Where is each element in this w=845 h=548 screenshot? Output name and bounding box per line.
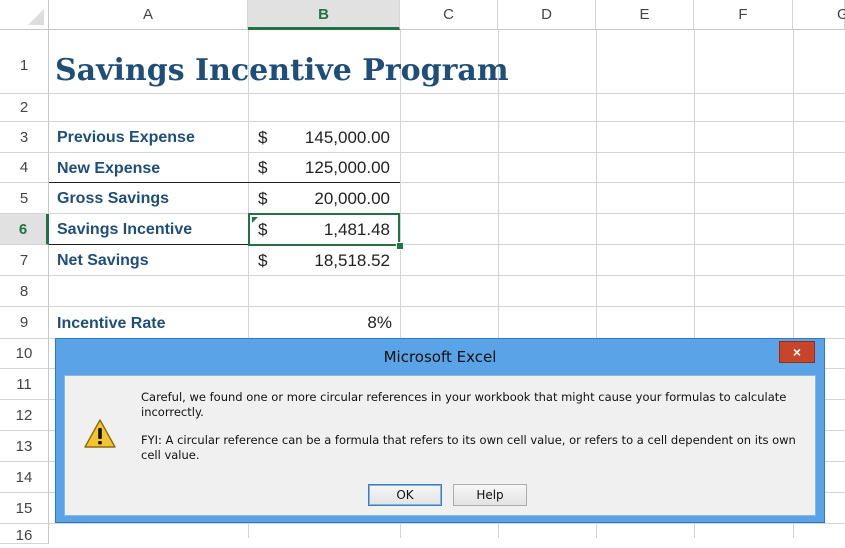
row-header-2[interactable]: 2 <box>0 94 49 122</box>
select-all-corner[interactable] <box>0 0 49 30</box>
column-header-g[interactable]: G <box>793 0 845 30</box>
ok-button[interactable]: OK <box>368 484 442 506</box>
currency-symbol: $ <box>258 128 268 147</box>
currency-symbol: $ <box>258 158 268 177</box>
cell-a4[interactable]: New Expense <box>49 153 160 182</box>
row-header-3[interactable]: 3 <box>0 122 49 153</box>
dialog-message-fyi: FYI: A circular reference can be a formu… <box>141 433 796 462</box>
currency-symbol: $ <box>258 251 268 270</box>
cell-b9[interactable]: 8% <box>248 307 400 338</box>
gridline <box>49 306 845 307</box>
gridline <box>49 275 845 276</box>
amount-value: 125,000.00 <box>304 158 390 177</box>
amount-value: 145,000.00 <box>304 128 390 147</box>
help-button[interactable]: Help <box>453 484 527 506</box>
error-indicator-icon[interactable] <box>252 217 258 223</box>
row-header-9[interactable]: 9 <box>0 307 49 339</box>
dialog-title: Microsoft Excel <box>383 348 497 366</box>
column-header-d[interactable]: D <box>498 0 596 30</box>
row-header-6[interactable]: 6 <box>0 214 49 245</box>
column-header-b[interactable]: B <box>248 0 400 30</box>
cell-a6[interactable]: Savings Incentive <box>49 214 192 244</box>
row-header-7[interactable]: 7 <box>0 245 49 276</box>
gridline <box>49 152 845 153</box>
dialog-body: Careful, we found one or more circular r… <box>64 375 816 516</box>
cell-b5[interactable]: $ 20,000.00 <box>248 183 400 213</box>
cell-a9[interactable]: Incentive Rate <box>49 307 165 338</box>
fill-handle[interactable] <box>396 242 404 250</box>
cell-b3[interactable]: $ 145,000.00 <box>248 122 400 152</box>
cell-b7[interactable]: $ 18,518.52 <box>248 245 400 275</box>
warning-icon <box>84 419 116 448</box>
amount-value: 20,000.00 <box>314 189 390 208</box>
cell-a3[interactable]: Previous Expense <box>49 122 195 152</box>
row-header-11[interactable]: 11 <box>0 369 49 400</box>
cell-a5[interactable]: Gross Savings <box>49 183 169 213</box>
row-header-13[interactable]: 13 <box>0 431 49 462</box>
column-header-c[interactable]: C <box>400 0 498 30</box>
cell-a7[interactable]: Net Savings <box>49 245 149 275</box>
close-icon: × <box>792 344 802 360</box>
amount-value: 18,518.52 <box>314 251 390 270</box>
cell-b4[interactable]: $ 125,000.00 <box>248 153 400 182</box>
cell-a1-title[interactable]: Savings Incentive Program <box>49 48 509 93</box>
row-header-12[interactable]: 12 <box>0 400 49 431</box>
currency-symbol: $ <box>258 189 268 208</box>
row-header-16[interactable]: 16 <box>0 524 49 544</box>
gridline <box>49 93 845 94</box>
active-cell-outline <box>248 213 400 246</box>
column-header-e[interactable]: E <box>596 0 694 30</box>
row-header-1[interactable]: 1 <box>0 30 49 94</box>
row-header-14[interactable]: 14 <box>0 462 49 493</box>
column-header-f[interactable]: F <box>694 0 793 30</box>
row-header-15[interactable]: 15 <box>0 493 49 524</box>
row-header-10[interactable]: 10 <box>0 339 49 369</box>
circular-reference-dialog: Microsoft Excel × Careful, we found one … <box>55 338 825 523</box>
row-header-8[interactable]: 8 <box>0 276 49 307</box>
row-header-4[interactable]: 4 <box>0 153 49 183</box>
gridline <box>49 523 845 524</box>
cell-border-bottom <box>49 244 248 245</box>
close-button[interactable]: × <box>779 341 815 363</box>
select-all-triangle-icon <box>28 9 44 25</box>
row-header-5[interactable]: 5 <box>0 183 49 214</box>
column-header-a[interactable]: A <box>49 0 248 30</box>
cell-border-bottom <box>49 182 400 183</box>
dialog-message-warning: Careful, we found one or more circular r… <box>141 390 787 419</box>
